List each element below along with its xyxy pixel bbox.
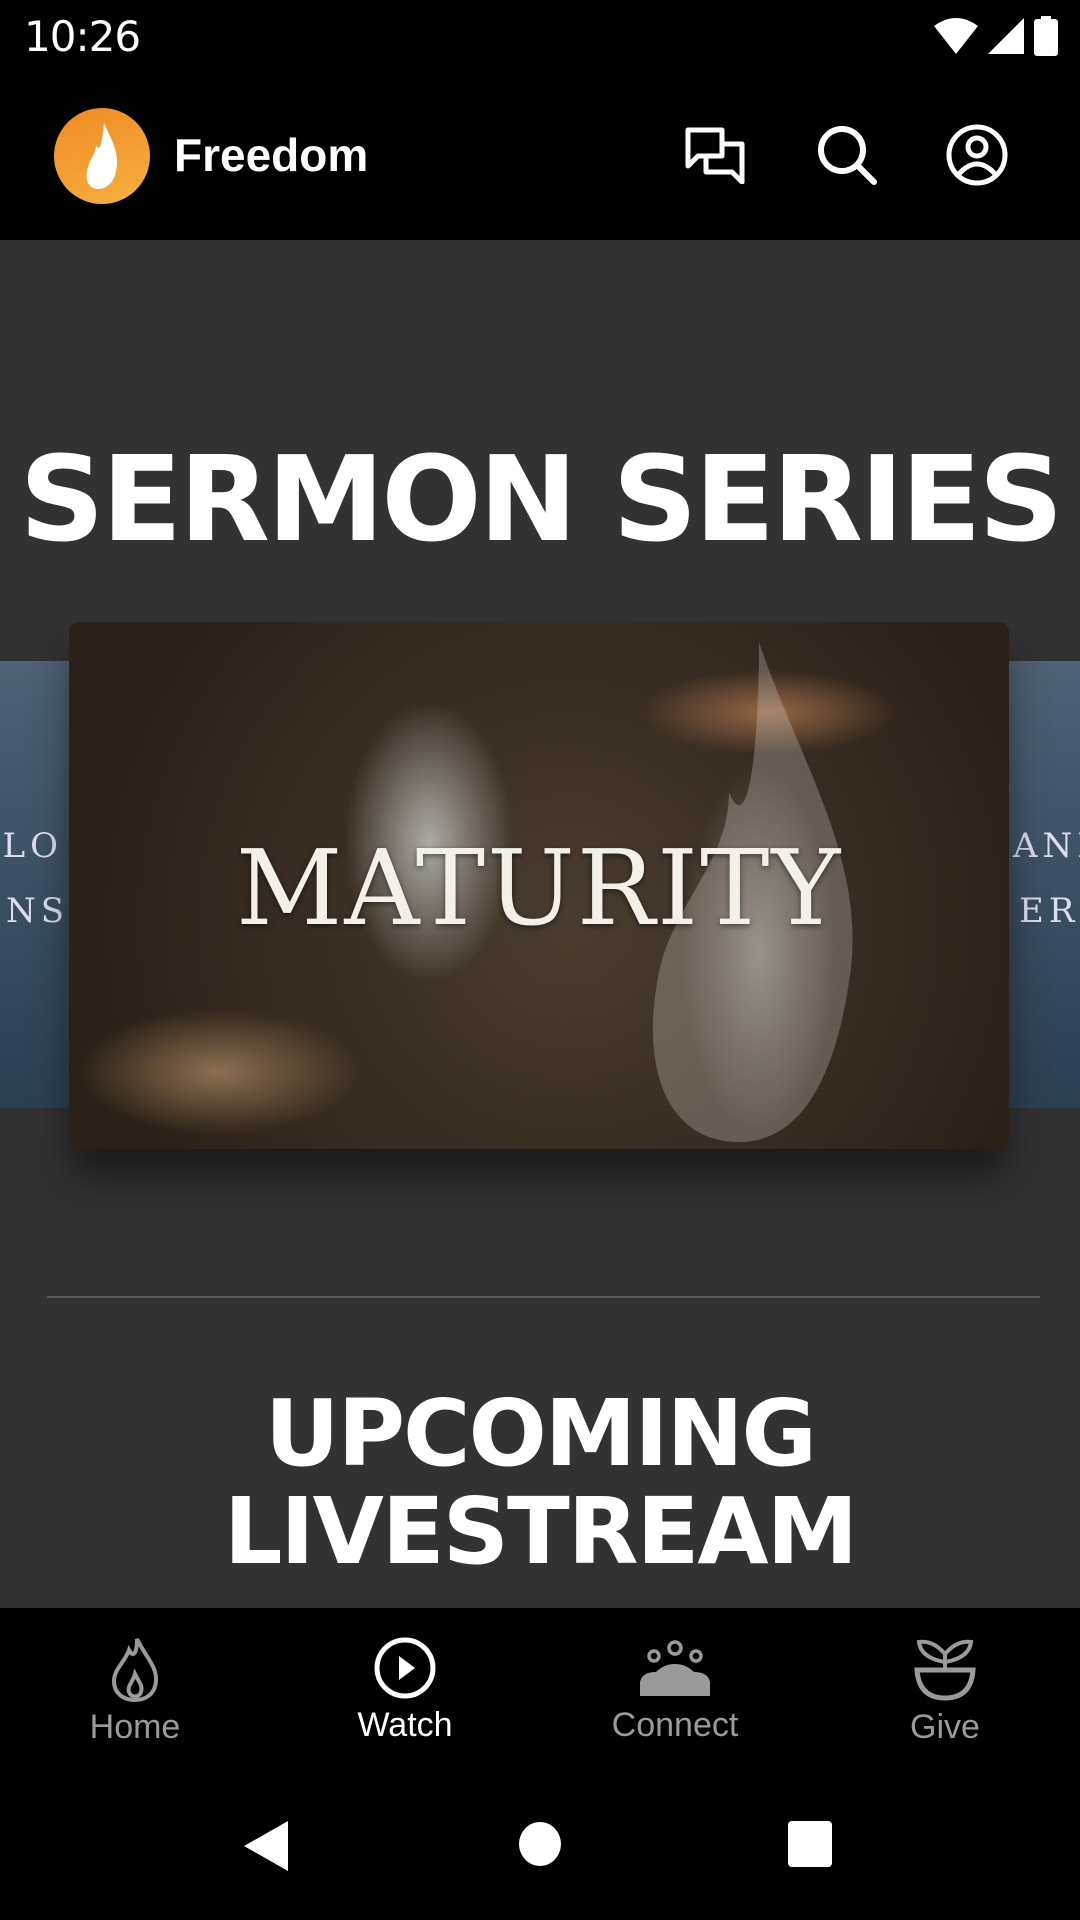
tab-watch[interactable]: Watch [270, 1608, 540, 1765]
series-card-maturity[interactable]: MATURITY [69, 622, 1009, 1149]
app-header: Freedom [0, 72, 1080, 240]
search-button[interactable] [812, 120, 882, 190]
section-title-sermon-series: SERMON SERIES [19, 430, 1064, 568]
search-icon [818, 126, 877, 185]
signal-icon [988, 18, 1024, 54]
tab-home-label: Home [89, 1708, 181, 1746]
wifi-icon [934, 18, 978, 54]
tab-give[interactable]: Give [810, 1608, 1080, 1765]
app-title: Freedom [174, 129, 369, 181]
account-button[interactable] [942, 120, 1012, 190]
status-time: 10:26 [24, 12, 141, 61]
home-icon[interactable] [518, 1821, 562, 1867]
tab-give-label: Give [910, 1708, 980, 1746]
title-line-2: LIVESTREAM [223, 1478, 858, 1585]
tab-watch-label: Watch [357, 1706, 453, 1744]
account-icon [946, 124, 1008, 186]
watch-content[interactable]: SERMON SERIES ALO ONS AND ERM MATURITY U… [0, 240, 1080, 1608]
tab-home[interactable]: Home [0, 1608, 270, 1765]
prev-series-card[interactable]: ALO ONS [0, 661, 69, 1108]
status-bar: 10:26 [0, 0, 1080, 72]
next-series-card[interactable]: AND ERM [1009, 661, 1080, 1108]
section-divider [47, 1296, 1040, 1298]
next-card-text-1: AND [1013, 826, 1080, 866]
play-circle-icon [374, 1637, 436, 1699]
recents-icon[interactable] [788, 1821, 832, 1867]
next-card-text-2: ERM [1019, 891, 1080, 931]
battery-icon [1034, 16, 1058, 56]
series-card-title: MATURITY [235, 827, 843, 949]
flame-icon [111, 1638, 159, 1702]
bottom-nav: Home Watch Connect Give [0, 1608, 1080, 1765]
prev-card-text-2: ONS [0, 891, 69, 931]
system-nav-bar [0, 1765, 1080, 1920]
tab-connect[interactable]: Connect [540, 1608, 810, 1765]
back-icon[interactable] [244, 1821, 288, 1871]
chat-button[interactable] [680, 120, 750, 190]
section-title-upcoming-livestream: UPCOMING LIVESTREAM [0, 1385, 1080, 1581]
plant-icon [914, 1639, 976, 1701]
flame-logo-icon[interactable] [54, 108, 150, 204]
group-icon [640, 1640, 710, 1696]
tab-connect-label: Connect [611, 1706, 739, 1744]
prev-card-text-1: ALO [0, 826, 63, 866]
title-line-1: UPCOMING [264, 1380, 817, 1487]
chat-icon [685, 127, 745, 184]
